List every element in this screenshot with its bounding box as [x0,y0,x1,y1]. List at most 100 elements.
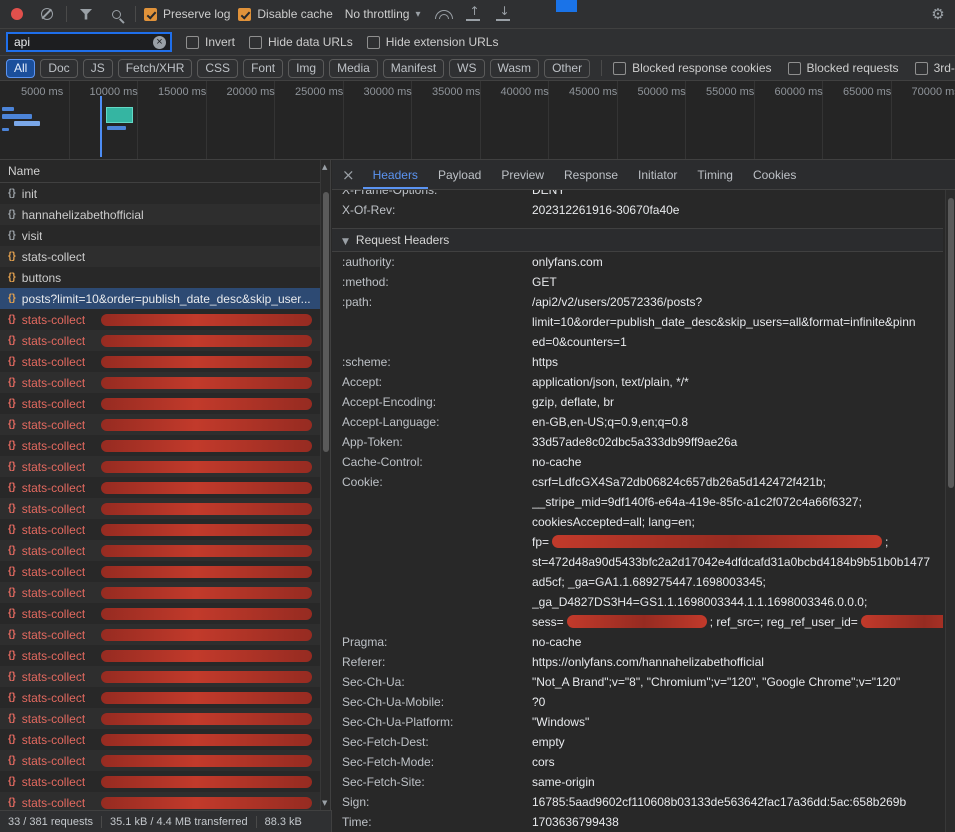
disable-cache-checkbox[interactable]: Disable cache [238,7,332,21]
request-headers-list: :authority:onlyfans.com:method:GET:path:… [332,252,943,832]
checkbox-box [788,62,801,75]
request-row[interactable]: {}stats-collect [0,624,320,645]
request-row[interactable]: {}stats-collect [0,246,320,267]
request-row[interactable]: {}stats-collect [0,666,320,687]
request-row[interactable]: {}stats-collect [0,330,320,351]
request-row[interactable]: {}stats-collect [0,393,320,414]
request-name: visit [22,229,43,243]
filter-chip-ws[interactable]: WS [449,59,484,78]
tab-cookies[interactable]: Cookies [743,160,806,189]
hide-extension-urls-checkbox[interactable]: Hide extension URLs [367,35,499,49]
3rd-party-requests-checkbox[interactable]: 3rd-party requests [915,61,955,75]
request-row[interactable]: {}stats-collect [0,540,320,561]
request-row[interactable]: {}stats-collect [0,477,320,498]
blocked-response-cookies-checkbox[interactable]: Blocked response cookies [613,61,771,75]
scroll-up-icon[interactable]: ▲ [322,163,327,171]
filter-chip-img[interactable]: Img [288,59,324,78]
request-row[interactable]: {}stats-collect [0,792,320,810]
filter-chip-media[interactable]: Media [329,59,378,78]
filter-chip-css[interactable]: CSS [197,59,238,78]
import-har-button[interactable] [462,3,484,25]
filter-chip-font[interactable]: Font [243,59,283,78]
request-row[interactable]: {}stats-collect [0,750,320,771]
header-value-text: https [532,355,558,369]
record-button[interactable] [6,3,28,25]
filter-chip-doc[interactable]: Doc [40,59,77,78]
request-row[interactable]: {}stats-collect [0,729,320,750]
tab-response[interactable]: Response [554,160,628,189]
header-name: X-Of-Rev: [342,200,532,220]
request-row[interactable]: {}stats-collect [0,687,320,708]
request-row[interactable]: {}stats-collect [0,309,320,330]
filter-input[interactable]: api × [6,32,172,52]
request-row[interactable]: {}stats-collect [0,414,320,435]
request-row[interactable]: {}buttons [0,267,320,288]
network-conditions-button[interactable] [432,3,454,25]
file-icon: {} [8,482,16,493]
filter-toggle-button[interactable] [75,3,97,25]
requests-count: 33 / 381 requests [8,816,93,828]
network-toolbar: Preserve log Disable cache No throttling… [0,0,955,29]
header-value-text: _ga_D4827DS3H4=GS1.1.1698003344.1.1.1698… [532,595,867,609]
tab-payload[interactable]: Payload [428,160,491,189]
checkbox-label: Blocked requests [807,61,899,75]
redaction-bar [101,629,312,641]
request-row[interactable]: {}stats-collect [0,372,320,393]
request-name: buttons [22,271,61,285]
request-row[interactable]: {}stats-collect [0,498,320,519]
filter-chip-other[interactable]: Other [544,59,590,78]
clear-filter-icon[interactable]: × [153,36,166,49]
filter-chip-fetch-xhr[interactable]: Fetch/XHR [118,59,193,78]
hide-data-urls-checkbox[interactable]: Hide data URLs [249,35,353,49]
header-value: cors [532,752,943,772]
invert-checkbox[interactable]: Invert [186,35,235,49]
scrollbar-thumb[interactable] [948,198,954,488]
request-headers-section[interactable]: ▼Request Headers [332,228,943,252]
headers-content: X-Frame-Options:DENYX-Of-Rev:20231226191… [332,190,943,832]
tab-initiator[interactable]: Initiator [628,160,687,189]
request-row[interactable]: {}posts?limit=10&order=publish_date_desc… [0,288,320,309]
request-row[interactable]: {}stats-collect [0,582,320,603]
preserve-log-checkbox[interactable]: Preserve log [144,7,230,21]
filter-chip-manifest[interactable]: Manifest [383,59,444,78]
request-row[interactable]: {}init [0,183,320,204]
header-value-line: st=472d48a90d5433bfc2a2d17042e4dfdcafd31… [532,552,943,572]
name-column-header[interactable]: Name [0,160,330,183]
header-value-text: no-cache [532,635,581,649]
tab-headers[interactable]: Headers [363,160,428,189]
tab-timing[interactable]: Timing [687,160,743,189]
filter-chip-js[interactable]: JS [83,59,113,78]
request-row[interactable]: {}stats-collect [0,561,320,582]
request-row[interactable]: {}stats-collect [0,351,320,372]
header-value: https [532,352,943,372]
header-value-text: 1703636799438 [532,815,619,829]
request-row[interactable]: {}stats-collect [0,771,320,792]
request-row[interactable]: {}stats-collect [0,435,320,456]
header-value-line: cookiesAccepted=all; lang=en; [532,512,943,532]
throttling-dropdown[interactable]: No throttling▾ [341,7,425,21]
details-scrollbar[interactable] [945,190,955,832]
filter-chip-all[interactable]: All [6,59,35,78]
header-name: :authority: [342,252,532,272]
scroll-down-icon[interactable]: ▼ [322,799,327,807]
request-row[interactable]: {}stats-collect [0,708,320,729]
filter-chip-wasm[interactable]: Wasm [490,59,540,78]
search-button[interactable] [105,3,127,25]
request-row[interactable]: {}hannahelizabethofficial [0,204,320,225]
tab-preview[interactable]: Preview [491,160,554,189]
blocked-requests-checkbox[interactable]: Blocked requests [788,61,899,75]
header-name: Accept-Encoding: [342,392,532,412]
request-row[interactable]: {}visit [0,225,320,246]
request-list-scrollbar[interactable]: ▲ ▼ [320,160,330,810]
close-icon[interactable]: × [342,166,355,184]
export-har-button[interactable] [492,3,514,25]
overview-strip[interactable]: 5000 ms10000 ms15000 ms20000 ms25000 ms3… [0,81,955,160]
request-row[interactable]: {}stats-collect [0,603,320,624]
request-row[interactable]: {}stats-collect [0,456,320,477]
settings-button[interactable]: ⚙ [927,3,949,25]
request-row[interactable]: {}stats-collect [0,645,320,666]
clear-button[interactable] [36,3,58,25]
file-icon: {} [8,188,16,199]
request-row[interactable]: {}stats-collect [0,519,320,540]
scrollbar-thumb[interactable] [323,192,329,452]
